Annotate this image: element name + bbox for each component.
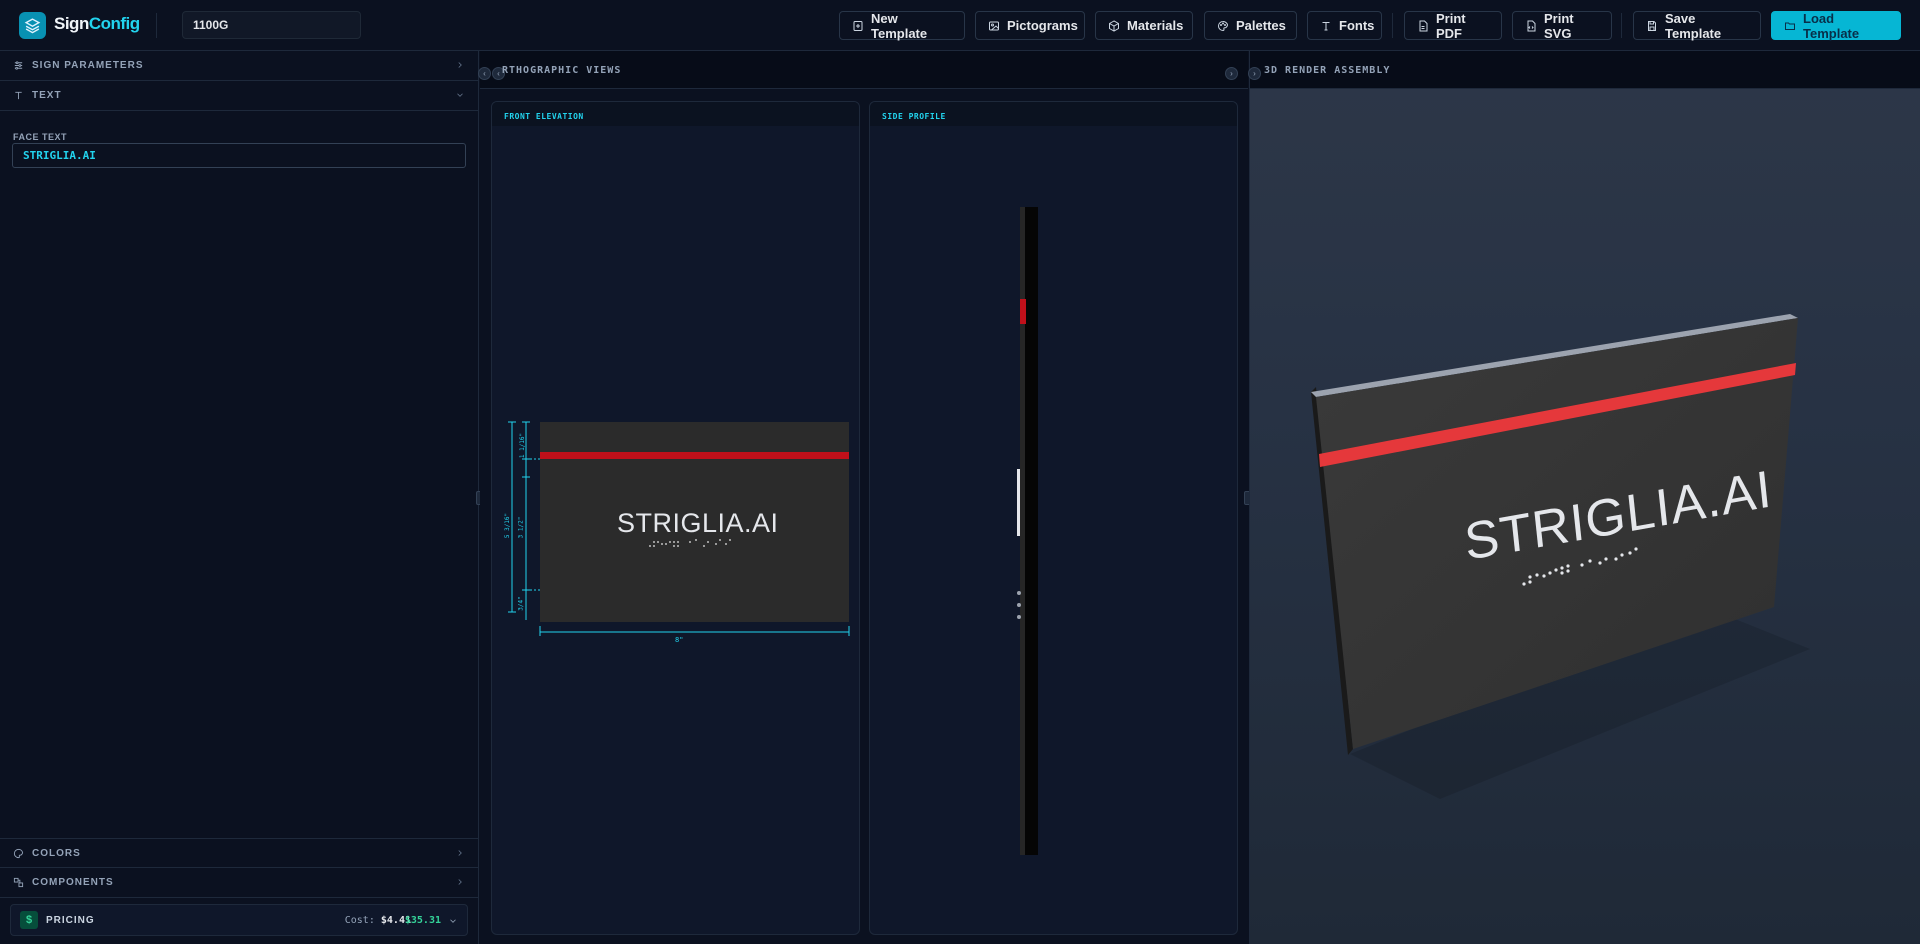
chevron-right-icon [458, 850, 462, 856]
load-template-label: Load Template [1803, 10, 1860, 41]
side-stripe [1020, 299, 1026, 324]
colors-section[interactable]: COLORS [0, 838, 479, 868]
materials-label: Materials [1127, 18, 1184, 33]
orthographic-panel: ‹ ‹ RTHOGRAPHIC VIEWS › FRONT ELEVATION [478, 51, 1248, 944]
dim-bottom-label: 3/4" [517, 596, 525, 611]
template-name-input[interactable]: 1100G [182, 11, 361, 39]
ortho-header: ‹ ‹ RTHOGRAPHIC VIEWS › [478, 51, 1248, 89]
face-text-label: FACE TEXT [13, 132, 68, 142]
file-text-icon [1419, 20, 1428, 31]
dim-inner-label: 3 1/2" [517, 516, 525, 539]
top-bar: SignConfig 1100G New Template Pictograms… [0, 0, 1920, 51]
app-brand: SignConfig [54, 14, 140, 34]
pictograms-label: Pictograms [1007, 18, 1078, 33]
palettes-label: Palettes [1236, 18, 1286, 33]
section-label: SIGN PARAMETERS [32, 60, 144, 71]
side-profile-drawing [1017, 207, 1038, 855]
palette-icon [13, 848, 24, 858]
front-sign-text: STRIGLIA.AI [617, 508, 779, 538]
face-text-input[interactable]: STRIGLIA.AI [12, 143, 466, 168]
palette-icon [1218, 20, 1229, 31]
print-pdf-label: Print PDF [1436, 10, 1466, 41]
divider [1621, 13, 1622, 38]
chevron-right-icon [458, 62, 462, 68]
section-label: COLORS [32, 847, 81, 859]
render-panel: › 3D RENDER ASSEMBLY STRIGLIA.AI [1248, 51, 1920, 944]
save-icon [1648, 20, 1656, 31]
chevron-right-icon [458, 879, 462, 885]
front-elevation-card: FRONT ELEVATION STRIGLIA.AI 8" 5 3/16" 3… [491, 101, 860, 935]
render-title: 3D RENDER ASSEMBLY [1264, 65, 1391, 76]
section-label: COMPONENTS [32, 877, 114, 888]
new-template-label: New Template [871, 10, 928, 41]
total-price: $35.31 [404, 915, 441, 926]
fonts-button[interactable]: Fonts [1307, 11, 1382, 40]
left-panel: SIGN PARAMETERS TEXT FACE TEXT STRIGLIA.… [0, 51, 479, 944]
palettes-button[interactable]: Palettes [1204, 11, 1297, 40]
file-plus-icon [853, 20, 863, 31]
divider [1392, 13, 1393, 38]
new-template-button[interactable]: New Template [839, 10, 965, 41]
chevron-down-icon [450, 919, 456, 923]
red-stripe [540, 452, 849, 459]
chevron-down-icon [457, 93, 463, 97]
components-icon [13, 877, 24, 888]
save-template-label: Save Template [1665, 10, 1722, 41]
dim-width-label: 8" [675, 636, 684, 644]
divider [156, 13, 157, 38]
pricing-label: PRICING [46, 915, 95, 926]
dollar-icon: $ [20, 911, 38, 929]
brand-part-1: Sign [54, 14, 89, 33]
image-icon [989, 21, 999, 30]
collapse-left-button[interactable]: ‹ [478, 67, 491, 80]
components-section[interactable]: COMPONENTS [0, 868, 479, 898]
save-template-button[interactable]: Save Template [1633, 10, 1761, 41]
layers-logo-icon[interactable] [19, 12, 46, 39]
text-section[interactable]: TEXT [0, 81, 479, 111]
type-icon [15, 91, 22, 100]
print-svg-button[interactable]: Print SVG [1512, 10, 1612, 41]
pricing-bar[interactable]: $ PRICING Cost: $4.41 $35.31 [10, 904, 468, 936]
print-svg-label: Print SVG [1544, 10, 1574, 41]
materials-button[interactable]: Materials [1095, 11, 1193, 40]
collapse-render-button[interactable]: › [1248, 67, 1261, 80]
sign-parameters-section[interactable]: SIGN PARAMETERS [0, 51, 479, 81]
folder-open-icon [1785, 22, 1795, 30]
side-raised-text [1017, 469, 1020, 536]
pictograms-button[interactable]: Pictograms [975, 11, 1085, 40]
dim-height-label: 5 3/16" [504, 512, 512, 539]
fonts-label: Fonts [1339, 18, 1375, 33]
box-icon [1109, 19, 1119, 32]
type-icon [1322, 21, 1330, 30]
dim-top-label: 1 1/16" [519, 432, 527, 459]
print-pdf-button[interactable]: Print PDF [1404, 10, 1502, 41]
side-profile-card: SIDE PROFILE [869, 101, 1238, 935]
cost-label: Cost: [344, 915, 375, 926]
brand-part-2: Config [88, 14, 140, 33]
ortho-title: RTHOGRAPHIC VIEWS [502, 65, 622, 76]
section-label: TEXT [32, 90, 62, 101]
sliders-icon [14, 61, 23, 70]
expand-right-button[interactable]: › [1225, 67, 1238, 80]
cost-readout: Cost: $4.41 [345, 915, 411, 926]
render-header: › 3D RENDER ASSEMBLY [1248, 51, 1920, 89]
load-template-button[interactable]: Load Template [1771, 10, 1901, 41]
file-code-icon [1527, 20, 1536, 31]
